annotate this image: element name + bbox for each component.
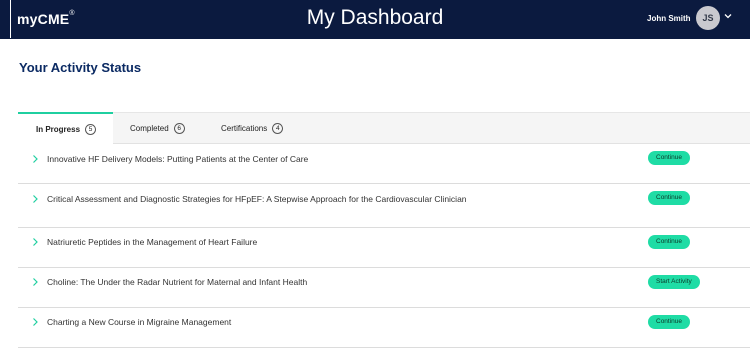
top-header: myCME® My Dashboard John Smith JS [0, 0, 750, 39]
list-item[interactable]: Critical Assessment and Diagnostic Strat… [18, 184, 750, 228]
list-item[interactable]: Choline: The Under the Radar Nutrient fo… [18, 268, 750, 308]
continue-button[interactable]: Continue [648, 151, 691, 165]
chevron-right-icon[interactable] [31, 237, 39, 247]
list-item[interactable]: Natriuretic Peptides in the Management o… [18, 228, 750, 268]
chevron-right-icon[interactable] [31, 317, 39, 327]
chevron-right-icon[interactable] [31, 154, 39, 164]
status-tabs: In Progress 5 Completed 6 Certifications… [18, 112, 750, 144]
list-item[interactable]: Charting a New Course in Migraine Manage… [18, 308, 750, 348]
start-activity-button[interactable]: Start Activity [648, 275, 700, 289]
chevron-right-icon[interactable] [31, 277, 39, 287]
activity-title[interactable]: Critical Assessment and Diagnostic Strat… [18, 192, 468, 206]
tab-label: In Progress [36, 124, 81, 134]
activity-title[interactable]: Natriuretic Peptides in the Management o… [47, 235, 257, 249]
activity-title[interactable]: Choline: The Under the Radar Nutrient fo… [47, 275, 307, 289]
user-name[interactable]: John Smith [647, 14, 691, 23]
tab-count-badge: 4 [272, 122, 284, 134]
activity-title[interactable]: Charting a New Course in Migraine Manage… [47, 315, 231, 329]
activity-title[interactable]: Innovative HF Delivery Models: Putting P… [47, 152, 308, 166]
tab-count-badge: 6 [173, 122, 185, 134]
tab-certifications[interactable]: Certifications 4 [221, 112, 321, 144]
continue-button[interactable]: Continue [648, 315, 691, 329]
continue-button[interactable]: Continue [648, 191, 691, 205]
tab-label: Completed [130, 123, 169, 133]
chevron-down-icon[interactable] [723, 11, 733, 21]
continue-button[interactable]: Continue [648, 235, 691, 249]
section-title: Your Activity Status [19, 60, 142, 75]
list-item[interactable]: Innovative HF Delivery Models: Putting P… [18, 144, 750, 184]
tab-label: Certifications [221, 123, 268, 133]
avatar[interactable]: JS [696, 6, 720, 30]
page-title: My Dashboard [306, 6, 444, 29]
tab-completed[interactable]: Completed 6 [130, 112, 215, 144]
tab-count-badge: 5 [85, 123, 97, 135]
tab-in-progress[interactable]: In Progress 5 [18, 112, 113, 144]
